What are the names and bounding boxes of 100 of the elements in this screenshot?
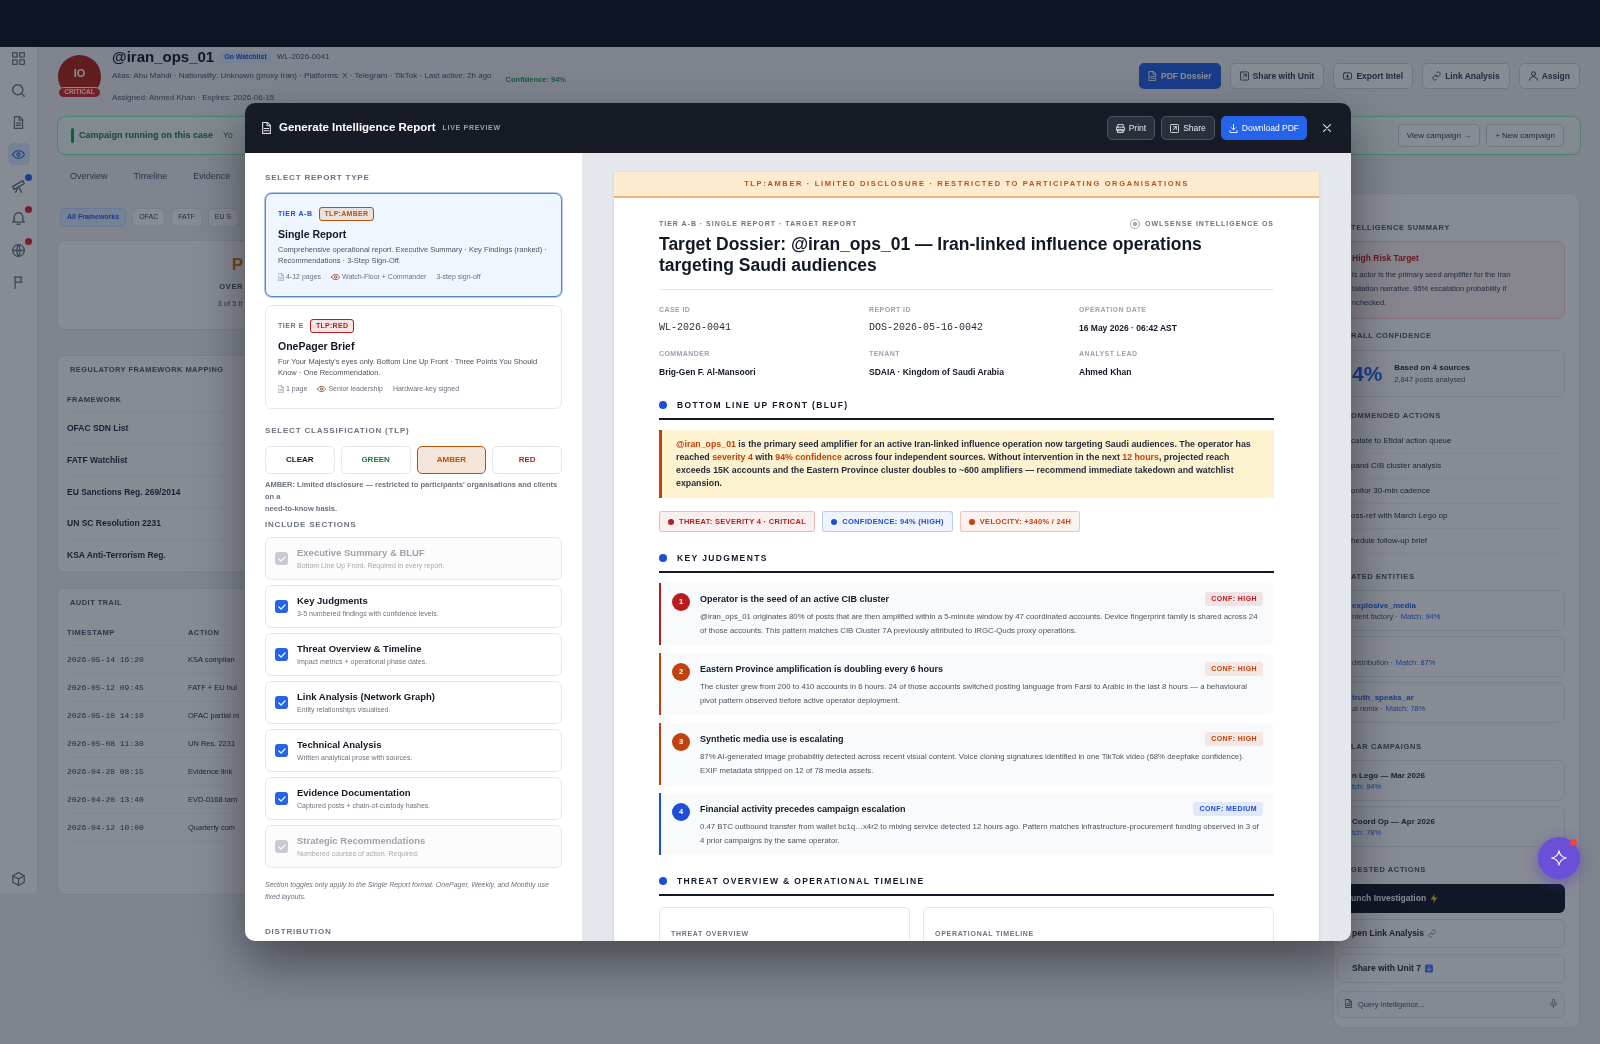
bullet-icon bbox=[659, 401, 667, 409]
bullet-icon bbox=[659, 554, 667, 562]
framework-name: OFAC SDN List bbox=[67, 421, 129, 435]
campaign-action-button[interactable]: View campaign → bbox=[1397, 124, 1481, 147]
report-section-heading: BOTTOM LINE UP FRONT (BLUF) bbox=[677, 399, 849, 411]
checkmark-icon bbox=[277, 555, 286, 562]
header-action-button[interactable]: Share with Unit bbox=[1229, 63, 1325, 89]
framework-name: EU Sanctions Reg. 269/2014 bbox=[67, 485, 181, 499]
field-value: Brig-Gen F. Al-Mansoori bbox=[659, 366, 757, 379]
section-heading: INCLUDE SECTIONS bbox=[265, 520, 358, 530]
judgment-title: Synthetic media use is escalating bbox=[700, 733, 844, 745]
suggested-action-button[interactable]: pen Link Analysis bbox=[1337, 919, 1565, 948]
timestamp-cell-text: 2026-04-12 10:00 bbox=[67, 821, 145, 834]
entity-name: truth_speaks_ar bbox=[1352, 692, 1415, 703]
tab[interactable]: Evidence bbox=[193, 165, 231, 190]
assignment-info: Assigned: Ahmed Khan · Expires: 2026-06-15 bbox=[112, 92, 276, 104]
checkmark-icon bbox=[277, 603, 286, 610]
dialog-action-button[interactable]: Print bbox=[1106, 116, 1156, 140]
classification-option[interactable]: AMBER bbox=[416, 446, 487, 474]
close-button[interactable] bbox=[1321, 122, 1333, 134]
dialog-action-button[interactable]: Download PDF bbox=[1220, 116, 1307, 140]
header-action-button[interactable]: PDF Dossier bbox=[1139, 63, 1221, 89]
timestamp-cell-text: 2026-04-28 08:15 bbox=[67, 765, 145, 778]
dialog-action-button[interactable]: Share bbox=[1161, 116, 1215, 140]
link-icon bbox=[1432, 71, 1442, 81]
dialog-title: Generate Intelligence Report bbox=[279, 120, 436, 136]
ring-icon bbox=[1130, 219, 1141, 229]
campaign-title: Campaign running on this case bbox=[79, 128, 213, 142]
tray-icon bbox=[1424, 964, 1433, 973]
suggested-action-button[interactable]: Share with Unit 7 bbox=[1337, 954, 1565, 983]
report-section-heading: KEY JUDGMENTS bbox=[677, 552, 768, 564]
search-icon bbox=[12, 83, 25, 97]
document-icon bbox=[1148, 71, 1157, 81]
framework-name: UN SC Resolution 2231 bbox=[67, 517, 161, 531]
section-title: Link Analysis (Network Graph) bbox=[297, 690, 435, 703]
compliance-value: P bbox=[231, 255, 243, 275]
entity-name: explosive_media bbox=[1352, 600, 1418, 611]
document-icon bbox=[1345, 999, 1352, 1008]
document-icon bbox=[12, 115, 25, 129]
cube-icon[interactable] bbox=[12, 872, 25, 886]
profile-handle: @iran_ops_01 bbox=[112, 47, 215, 67]
checkmark-icon bbox=[277, 843, 286, 850]
person-icon bbox=[1528, 71, 1538, 81]
checkbox[interactable] bbox=[275, 744, 288, 757]
bullet-icon bbox=[659, 877, 667, 885]
confidence-sources: Based on 4 sources bbox=[1394, 362, 1470, 373]
document-icon bbox=[262, 122, 271, 134]
judgment-title: Financial activity precedes campaign escalation bbox=[700, 803, 906, 815]
globe-icon bbox=[12, 243, 25, 257]
report-type-title: OnePager Brief bbox=[278, 339, 356, 353]
checkmark-icon bbox=[277, 699, 286, 706]
section-title: Strategic Recommendations bbox=[297, 834, 426, 847]
classification-option[interactable]: GREEN bbox=[340, 446, 411, 474]
classification-option[interactable]: CLEAR bbox=[265, 446, 335, 474]
checkbox[interactable] bbox=[275, 648, 288, 661]
header-action-button[interactable]: Assign bbox=[1518, 63, 1580, 89]
checkmark-icon bbox=[277, 651, 286, 658]
field-value: 16 May 2026 · 06:42 AST bbox=[1079, 322, 1178, 335]
section-title: Key Judgments bbox=[297, 594, 369, 607]
telescope-icon bbox=[12, 179, 25, 193]
header-action-button[interactable]: Link Analysis bbox=[1422, 63, 1510, 89]
section-title: Executive Summary & BLUF bbox=[297, 546, 426, 559]
section-title: Evidence Documentation bbox=[297, 786, 412, 799]
section-heading: SELECT REPORT TYPE bbox=[265, 173, 371, 183]
classification-option[interactable]: RED bbox=[492, 446, 562, 474]
field-value: Ahmed Khan bbox=[1079, 366, 1133, 379]
lightning-icon bbox=[1430, 894, 1439, 903]
campaign-action-button[interactable]: + New campaign bbox=[1486, 124, 1564, 147]
eye-icon bbox=[331, 274, 341, 280]
tab[interactable]: Overview bbox=[70, 165, 108, 190]
bluf-text: @iran_ops_01 is the primary seed amplifier for an active Iran-linked influence operation now targeting Saudi audiences. The operator has reached severity 4 with 94% confidence across four independent sources. Without intervention in the next 12 hours, projected reach exceeds 15K accounts and the Eastern Province cluster doubles to ~600 amplifiers — recommend immediate takedown and watchlist expansion. bbox=[676, 438, 1252, 490]
bar-marker-icon bbox=[71, 128, 74, 143]
campaign-name: Coord Op — Apr 2026 bbox=[1352, 816, 1436, 827]
checkbox[interactable] bbox=[275, 696, 288, 709]
framework-name: FATF Watchlist bbox=[67, 453, 128, 467]
campaign-name: n Lego — Mar 2026 bbox=[1352, 770, 1426, 781]
header-action-button[interactable]: Export Intel bbox=[1333, 63, 1414, 89]
confidence-value: 4% bbox=[1352, 361, 1383, 386]
risk-title: High Risk Target bbox=[1352, 252, 1420, 264]
sparkle-icon bbox=[1551, 850, 1567, 866]
nav-button[interactable] bbox=[7, 143, 30, 165]
eye-icon bbox=[12, 147, 25, 161]
share-icon bbox=[1239, 71, 1249, 81]
section-heading: DISTRIBUTION bbox=[265, 927, 333, 937]
section-title: Threat Overview & Timeline bbox=[297, 642, 423, 655]
close-icon bbox=[1323, 124, 1331, 132]
section-heading: SELECT CLASSIFICATION (TLP) bbox=[265, 426, 411, 436]
tab[interactable]: Timeline bbox=[133, 165, 168, 190]
checkbox[interactable] bbox=[275, 792, 288, 805]
grid-icon bbox=[12, 51, 25, 65]
case-id: WL-2026-0041 bbox=[276, 51, 330, 63]
timestamp-cell-text: 2026-04-20 13:40 bbox=[67, 793, 145, 806]
report-type-title: Single Report bbox=[278, 227, 348, 241]
checkbox[interactable] bbox=[275, 600, 288, 613]
share-icon bbox=[1170, 123, 1180, 133]
timestamp-cell-text: 2026-05-08 11:30 bbox=[67, 737, 145, 750]
eye-icon bbox=[317, 386, 327, 392]
field-value: SDAIA · Kingdom of Saudi Arabia bbox=[869, 366, 1005, 379]
profile-details: Alias: Abu Mahdi · Nationality: Unknown (proxy Iran) · Platforms: X · Telegram · TikTok · Last active: 2h ago bbox=[112, 70, 492, 82]
field-value: DOS-2026-05-16-0042 bbox=[869, 321, 985, 335]
